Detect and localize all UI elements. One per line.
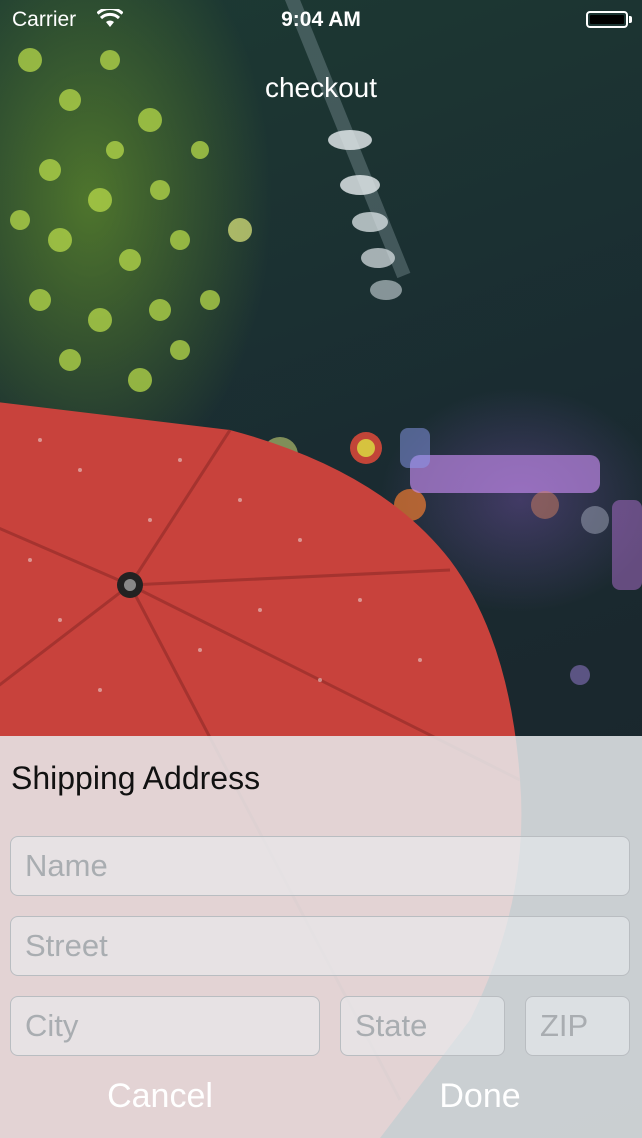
battery-level: [590, 15, 624, 24]
status-bar: Carrier 9:04 AM: [0, 0, 642, 40]
street-field[interactable]: [10, 916, 630, 976]
clock-time: 9:04 AM: [281, 8, 361, 31]
state-field[interactable]: [340, 996, 505, 1056]
done-button[interactable]: Done: [370, 1072, 590, 1120]
page-title: checkout: [264, 72, 378, 103]
shipping-address-sheet: Shipping Address Cancel Done: [0, 736, 642, 1138]
cancel-button[interactable]: Cancel: [50, 1072, 270, 1120]
battery-icon: [586, 11, 628, 28]
name-field[interactable]: [10, 836, 630, 896]
sheet-title: Shipping Address: [11, 760, 261, 796]
checkout-screen: Carrier 9:04 AM checkout Shipping Addres…: [0, 0, 642, 1138]
zip-field[interactable]: [525, 996, 630, 1056]
battery-tip: [629, 16, 632, 23]
city-field[interactable]: [10, 996, 320, 1056]
